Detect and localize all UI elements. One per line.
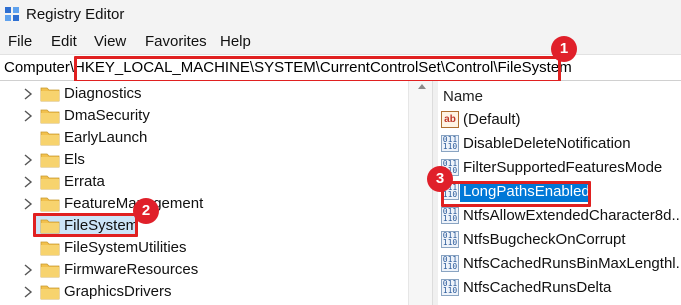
column-header-name[interactable]: Name	[443, 88, 483, 105]
value-name: FilterSupportedFeaturesMode	[463, 159, 663, 176]
tree-item[interactable]: DmaSecurity	[0, 105, 432, 127]
folder-icon	[40, 175, 60, 190]
folder-icon	[40, 263, 60, 278]
folder-icon	[40, 153, 60, 168]
chevron-right-icon[interactable]	[22, 263, 34, 277]
value-row[interactable]: ab (Default)	[438, 108, 681, 131]
tree-item-label: Diagnostics	[64, 85, 142, 102]
icon-glyph: 011 110	[442, 279, 458, 295]
value-row[interactable]: 011 110FilterSupportedFeaturesMode	[438, 156, 681, 179]
chevron-right-icon[interactable]	[22, 87, 34, 101]
tree-item-label: EarlyLaunch	[64, 129, 148, 146]
tree-item-label: DmaSecurity	[64, 107, 150, 124]
menu-view[interactable]: View	[94, 33, 126, 50]
icon-glyph: 011 110	[442, 255, 458, 271]
tree-item-label: FirmwareResources	[64, 261, 199, 278]
value-name: NtfsBugcheckOnCorrupt	[463, 231, 626, 248]
tree-item[interactable]: FeatureManagement	[0, 193, 432, 215]
binary-value-icon: 011 110	[441, 231, 459, 248]
tree-item[interactable]: Errata	[0, 171, 432, 193]
window-title: Registry Editor	[26, 6, 125, 23]
address-prefix: Computer	[4, 59, 70, 76]
value-row[interactable]: 011 110 NtfsBugcheckOnCorrupt	[438, 228, 681, 251]
tree-scrollbar[interactable]	[408, 81, 432, 305]
highlight-box-address	[74, 56, 561, 83]
tree-item[interactable]: GraphicsDrivers	[0, 281, 432, 303]
icon-glyph: 011 110	[442, 207, 458, 223]
binary-value-icon: 011 110	[441, 255, 459, 272]
menu-edit[interactable]: Edit	[51, 33, 77, 50]
folder-icon	[40, 285, 60, 300]
folder-icon	[40, 109, 60, 124]
binary-value-icon: 011 110	[441, 279, 459, 296]
chevron-right-icon[interactable]	[22, 285, 34, 299]
folder-icon	[40, 87, 60, 102]
binary-value-icon: 011 110	[441, 207, 459, 224]
folder-icon	[40, 241, 60, 256]
annotation-badge-1: 1	[551, 36, 577, 62]
key-tree[interactable]: Diagnostics DmaSecurity EarlyLaunch Els Erra…	[0, 81, 432, 305]
tree-item-label: Els	[64, 151, 85, 168]
tree-item[interactable]: FileSystemUtilities	[0, 237, 432, 259]
value-row[interactable]: 011 110 NtfsCachedRunsDelta	[438, 276, 681, 299]
chevron-right-icon[interactable]	[22, 197, 34, 211]
menu-favorites[interactable]: Favorites	[145, 33, 207, 50]
tree-item-label: Errata	[64, 173, 105, 190]
menu-file[interactable]: File	[8, 33, 32, 50]
tree-item[interactable]: Els	[0, 149, 432, 171]
value-name: NtfsCachedRunsDelta	[463, 279, 612, 296]
menu-help[interactable]: Help	[220, 33, 251, 50]
chevron-right-icon[interactable]	[22, 109, 34, 123]
tree-item[interactable]: EarlyLaunch	[0, 127, 432, 149]
chevron-right-icon[interactable]	[22, 175, 34, 189]
value-row[interactable]: 011 110 NtfsAllowExtendedCharacter8d...	[438, 204, 681, 227]
icon-glyph: 011 110	[442, 231, 458, 247]
highlight-box-longpaths	[441, 181, 591, 207]
binary-value-icon: 011 110	[441, 135, 459, 152]
annotation-badge-2: 2	[133, 198, 159, 224]
value-name: DisableDeleteNotification	[463, 135, 631, 152]
annotation-badge-3: 3	[427, 166, 453, 192]
value-name: NtfsCachedRunsBinMaxLengthl...	[463, 255, 681, 272]
title-bar: Registry Editor	[0, 0, 681, 30]
icon-glyph: 011 110	[442, 135, 458, 151]
scroll-up-icon[interactable]	[418, 84, 426, 89]
tree-item[interactable]: FirmwareResources	[0, 259, 432, 281]
folder-icon	[40, 197, 60, 212]
menu-bar: File Edit View Favorites Help	[0, 30, 681, 54]
folder-icon	[40, 131, 60, 146]
tree-item-label: GraphicsDrivers	[64, 283, 172, 300]
registry-editor-icon	[5, 7, 19, 21]
tree-item-label: FileSystemUtilities	[64, 239, 187, 256]
string-value-icon: ab	[441, 111, 459, 128]
chevron-right-icon[interactable]	[22, 153, 34, 167]
tree-item[interactable]: Diagnostics	[0, 83, 432, 105]
value-row[interactable]: 011 110 DisableDeleteNotification	[438, 132, 681, 155]
highlight-box-filesystem	[33, 213, 138, 237]
value-name: (Default)	[463, 111, 521, 128]
value-row[interactable]: 011 110 NtfsCachedRunsBinMaxLengthl...	[438, 252, 681, 275]
value-name: NtfsAllowExtendedCharacter8d...	[463, 207, 681, 224]
